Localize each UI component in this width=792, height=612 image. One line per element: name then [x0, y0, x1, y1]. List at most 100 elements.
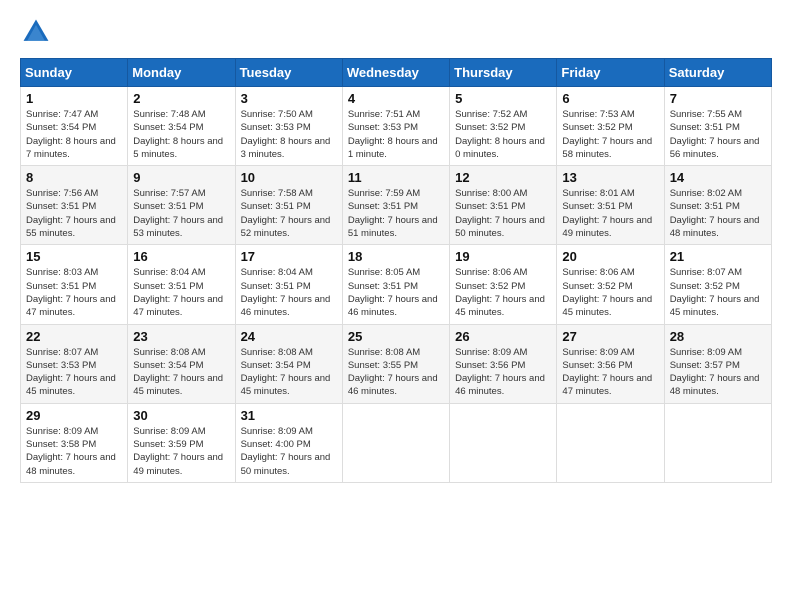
calendar-cell: 1 Sunrise: 7:47 AMSunset: 3:54 PMDayligh…	[21, 87, 128, 166]
calendar-week-row: 22 Sunrise: 8:07 AMSunset: 3:53 PMDaylig…	[21, 324, 772, 403]
col-header-sunday: Sunday	[21, 59, 128, 87]
calendar-cell: 3 Sunrise: 7:50 AMSunset: 3:53 PMDayligh…	[235, 87, 342, 166]
col-header-wednesday: Wednesday	[342, 59, 449, 87]
col-header-monday: Monday	[128, 59, 235, 87]
day-info: Sunrise: 7:50 AMSunset: 3:53 PMDaylight:…	[241, 108, 337, 161]
calendar-cell	[557, 403, 664, 482]
day-info: Sunrise: 8:07 AMSunset: 3:52 PMDaylight:…	[670, 266, 766, 319]
day-info: Sunrise: 7:52 AMSunset: 3:52 PMDaylight:…	[455, 108, 551, 161]
col-header-thursday: Thursday	[450, 59, 557, 87]
day-info: Sunrise: 7:57 AMSunset: 3:51 PMDaylight:…	[133, 187, 229, 240]
day-number: 18	[348, 249, 444, 264]
day-number: 13	[562, 170, 658, 185]
calendar-cell: 28 Sunrise: 8:09 AMSunset: 3:57 PMDaylig…	[664, 324, 771, 403]
day-number: 30	[133, 408, 229, 423]
calendar-cell: 21 Sunrise: 8:07 AMSunset: 3:52 PMDaylig…	[664, 245, 771, 324]
day-info: Sunrise: 8:09 AMSunset: 3:56 PMDaylight:…	[455, 346, 551, 399]
calendar-cell: 8 Sunrise: 7:56 AMSunset: 3:51 PMDayligh…	[21, 166, 128, 245]
day-info: Sunrise: 8:01 AMSunset: 3:51 PMDaylight:…	[562, 187, 658, 240]
day-info: Sunrise: 8:03 AMSunset: 3:51 PMDaylight:…	[26, 266, 122, 319]
day-number: 23	[133, 329, 229, 344]
calendar-cell: 12 Sunrise: 8:00 AMSunset: 3:51 PMDaylig…	[450, 166, 557, 245]
calendar-week-row: 29 Sunrise: 8:09 AMSunset: 3:58 PMDaylig…	[21, 403, 772, 482]
day-info: Sunrise: 8:04 AMSunset: 3:51 PMDaylight:…	[241, 266, 337, 319]
day-info: Sunrise: 8:00 AMSunset: 3:51 PMDaylight:…	[455, 187, 551, 240]
day-info: Sunrise: 7:48 AMSunset: 3:54 PMDaylight:…	[133, 108, 229, 161]
day-info: Sunrise: 8:09 AMSunset: 3:57 PMDaylight:…	[670, 346, 766, 399]
day-info: Sunrise: 8:08 AMSunset: 3:55 PMDaylight:…	[348, 346, 444, 399]
logo-icon	[20, 16, 52, 48]
calendar-week-row: 15 Sunrise: 8:03 AMSunset: 3:51 PMDaylig…	[21, 245, 772, 324]
day-number: 27	[562, 329, 658, 344]
day-info: Sunrise: 7:51 AMSunset: 3:53 PMDaylight:…	[348, 108, 444, 161]
day-number: 5	[455, 91, 551, 106]
day-info: Sunrise: 7:56 AMSunset: 3:51 PMDaylight:…	[26, 187, 122, 240]
calendar-cell: 4 Sunrise: 7:51 AMSunset: 3:53 PMDayligh…	[342, 87, 449, 166]
col-header-friday: Friday	[557, 59, 664, 87]
calendar-cell: 16 Sunrise: 8:04 AMSunset: 3:51 PMDaylig…	[128, 245, 235, 324]
day-number: 17	[241, 249, 337, 264]
calendar-cell: 9 Sunrise: 7:57 AMSunset: 3:51 PMDayligh…	[128, 166, 235, 245]
day-number: 25	[348, 329, 444, 344]
calendar-cell: 19 Sunrise: 8:06 AMSunset: 3:52 PMDaylig…	[450, 245, 557, 324]
calendar-cell	[450, 403, 557, 482]
day-number: 2	[133, 91, 229, 106]
day-number: 4	[348, 91, 444, 106]
day-info: Sunrise: 7:53 AMSunset: 3:52 PMDaylight:…	[562, 108, 658, 161]
day-number: 15	[26, 249, 122, 264]
calendar-header-row: SundayMondayTuesdayWednesdayThursdayFrid…	[21, 59, 772, 87]
calendar-cell: 25 Sunrise: 8:08 AMSunset: 3:55 PMDaylig…	[342, 324, 449, 403]
calendar-cell: 13 Sunrise: 8:01 AMSunset: 3:51 PMDaylig…	[557, 166, 664, 245]
day-number: 29	[26, 408, 122, 423]
calendar-week-row: 1 Sunrise: 7:47 AMSunset: 3:54 PMDayligh…	[21, 87, 772, 166]
day-info: Sunrise: 8:02 AMSunset: 3:51 PMDaylight:…	[670, 187, 766, 240]
calendar-cell: 31 Sunrise: 8:09 AMSunset: 4:00 PMDaylig…	[235, 403, 342, 482]
calendar-cell: 10 Sunrise: 7:58 AMSunset: 3:51 PMDaylig…	[235, 166, 342, 245]
col-header-saturday: Saturday	[664, 59, 771, 87]
day-number: 6	[562, 91, 658, 106]
day-info: Sunrise: 7:59 AMSunset: 3:51 PMDaylight:…	[348, 187, 444, 240]
day-number: 28	[670, 329, 766, 344]
calendar-week-row: 8 Sunrise: 7:56 AMSunset: 3:51 PMDayligh…	[21, 166, 772, 245]
day-number: 12	[455, 170, 551, 185]
calendar-cell: 17 Sunrise: 8:04 AMSunset: 3:51 PMDaylig…	[235, 245, 342, 324]
day-number: 21	[670, 249, 766, 264]
day-info: Sunrise: 8:05 AMSunset: 3:51 PMDaylight:…	[348, 266, 444, 319]
calendar-cell: 14 Sunrise: 8:02 AMSunset: 3:51 PMDaylig…	[664, 166, 771, 245]
calendar-cell: 29 Sunrise: 8:09 AMSunset: 3:58 PMDaylig…	[21, 403, 128, 482]
day-info: Sunrise: 8:08 AMSunset: 3:54 PMDaylight:…	[241, 346, 337, 399]
calendar-cell: 18 Sunrise: 8:05 AMSunset: 3:51 PMDaylig…	[342, 245, 449, 324]
calendar-cell: 20 Sunrise: 8:06 AMSunset: 3:52 PMDaylig…	[557, 245, 664, 324]
day-info: Sunrise: 8:09 AMSunset: 3:59 PMDaylight:…	[133, 425, 229, 478]
calendar-cell: 26 Sunrise: 8:09 AMSunset: 3:56 PMDaylig…	[450, 324, 557, 403]
day-info: Sunrise: 7:55 AMSunset: 3:51 PMDaylight:…	[670, 108, 766, 161]
calendar-cell: 2 Sunrise: 7:48 AMSunset: 3:54 PMDayligh…	[128, 87, 235, 166]
calendar-cell: 27 Sunrise: 8:09 AMSunset: 3:56 PMDaylig…	[557, 324, 664, 403]
day-number: 1	[26, 91, 122, 106]
day-number: 9	[133, 170, 229, 185]
calendar-cell: 11 Sunrise: 7:59 AMSunset: 3:51 PMDaylig…	[342, 166, 449, 245]
calendar-cell: 5 Sunrise: 7:52 AMSunset: 3:52 PMDayligh…	[450, 87, 557, 166]
day-info: Sunrise: 8:09 AMSunset: 3:58 PMDaylight:…	[26, 425, 122, 478]
day-number: 3	[241, 91, 337, 106]
calendar-cell: 24 Sunrise: 8:08 AMSunset: 3:54 PMDaylig…	[235, 324, 342, 403]
day-info: Sunrise: 8:08 AMSunset: 3:54 PMDaylight:…	[133, 346, 229, 399]
day-number: 16	[133, 249, 229, 264]
day-number: 7	[670, 91, 766, 106]
col-header-tuesday: Tuesday	[235, 59, 342, 87]
day-info: Sunrise: 8:09 AMSunset: 4:00 PMDaylight:…	[241, 425, 337, 478]
logo	[20, 16, 56, 48]
calendar-cell: 6 Sunrise: 7:53 AMSunset: 3:52 PMDayligh…	[557, 87, 664, 166]
day-number: 20	[562, 249, 658, 264]
day-info: Sunrise: 7:58 AMSunset: 3:51 PMDaylight:…	[241, 187, 337, 240]
day-number: 11	[348, 170, 444, 185]
day-number: 26	[455, 329, 551, 344]
day-info: Sunrise: 8:04 AMSunset: 3:51 PMDaylight:…	[133, 266, 229, 319]
day-number: 24	[241, 329, 337, 344]
calendar-cell: 23 Sunrise: 8:08 AMSunset: 3:54 PMDaylig…	[128, 324, 235, 403]
page-header	[20, 16, 772, 48]
day-number: 19	[455, 249, 551, 264]
day-info: Sunrise: 7:47 AMSunset: 3:54 PMDaylight:…	[26, 108, 122, 161]
calendar-cell: 22 Sunrise: 8:07 AMSunset: 3:53 PMDaylig…	[21, 324, 128, 403]
day-number: 8	[26, 170, 122, 185]
